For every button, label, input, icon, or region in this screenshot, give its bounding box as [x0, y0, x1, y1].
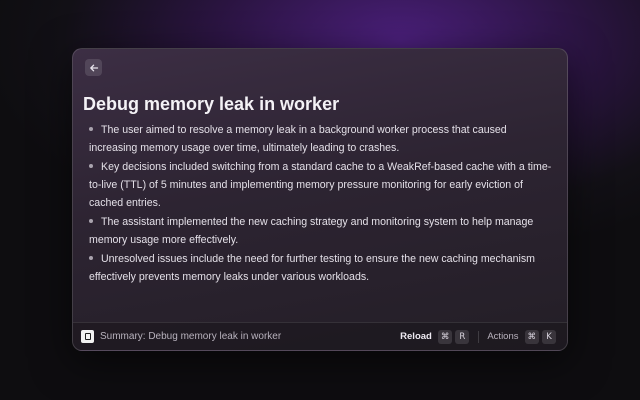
list-item-text: Key decisions included switching from a … — [89, 161, 552, 209]
shortcut-key-k: K — [542, 329, 556, 344]
back-button[interactable] — [85, 59, 102, 76]
page-title: Debug memory leak in worker — [83, 94, 340, 114]
actions-button[interactable]: Actions — [487, 331, 518, 342]
divider — [478, 330, 480, 343]
shortcut-key-r: R — [455, 329, 470, 344]
summary-list: The user aimed to resolve a memory leak … — [83, 121, 555, 286]
bullet-icon — [89, 256, 93, 261]
list-item-text: The user aimed to resolve a memory leak … — [89, 124, 507, 154]
summary-content: Debug memory leak in worker The user aim… — [83, 93, 555, 287]
list-item-text: The assistant implemented the new cachin… — [89, 216, 534, 246]
app-icon — [81, 330, 94, 343]
command-key-icon: ⌘ — [524, 329, 539, 344]
list-item: Unresolved issues include the need for f… — [83, 250, 555, 286]
list-item: Key decisions included switching from a … — [83, 158, 555, 212]
footer-command-title: Summary: Debug memory leak in worker — [100, 331, 282, 342]
action-bar: Summary: Debug memory leak in worker Rel… — [73, 322, 567, 350]
command-key-icon: ⌘ — [437, 329, 453, 344]
command-window: Debug memory leak in worker The user aim… — [72, 48, 568, 351]
list-item: The assistant implemented the new cachin… — [83, 213, 555, 249]
list-item: The user aimed to resolve a memory leak … — [83, 121, 555, 157]
list-item-text: Unresolved issues include the need for f… — [89, 253, 535, 283]
arrow-left-icon — [89, 64, 98, 71]
bullet-icon — [89, 219, 93, 224]
bullet-icon — [89, 127, 93, 132]
bullet-icon — [89, 164, 93, 169]
reload-button[interactable]: Reload — [400, 331, 432, 342]
